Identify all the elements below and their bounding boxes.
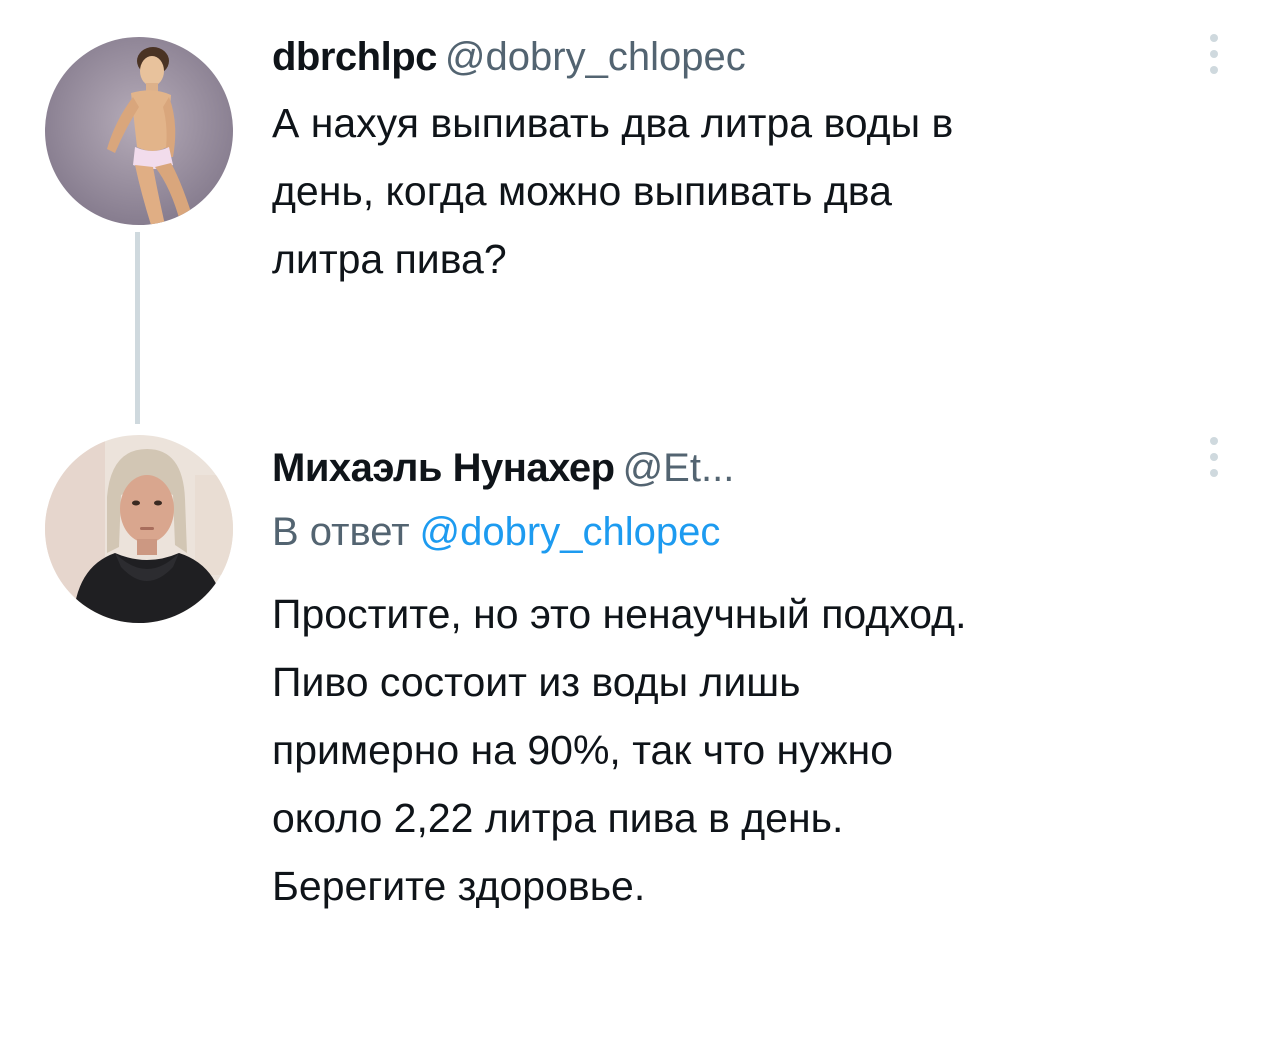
reply-tweet[interactable]: Михаэль Нунахер @Et... В ответ @dobry_chlo… bbox=[0, 420, 1280, 1050]
thread-connector-line bbox=[135, 232, 140, 424]
user-handle[interactable]: @Et... bbox=[623, 446, 735, 490]
replying-to: В ответ @dobry_chlopec bbox=[272, 508, 1200, 556]
tweet-text: Простите, но это ненаучный подход. Пиво … bbox=[272, 591, 967, 909]
tweet-text: А нахуя выпивать два литра воды в день, … bbox=[272, 100, 954, 282]
original-tweet[interactable]: dbrchlpc @dobry_chlopec А нахуя выпивать … bbox=[0, 0, 1280, 424]
more-options-icon[interactable] bbox=[1204, 433, 1224, 483]
reply-prefix: В ответ bbox=[272, 510, 410, 554]
tweet-header: Михаэль Нунахер @Et... bbox=[272, 444, 1200, 492]
avatar-man-photo-icon[interactable] bbox=[45, 435, 233, 623]
display-name[interactable]: dbrchlpc bbox=[272, 35, 437, 79]
avatar-doll-figure-icon[interactable] bbox=[45, 37, 233, 225]
reply-mention-link[interactable]: @dobry_chlopec bbox=[420, 510, 721, 554]
user-handle[interactable]: @dobry_chlopec bbox=[445, 35, 746, 79]
tweet-content: Михаэль Нунахер @Et... В ответ @dobry_chlo… bbox=[272, 444, 1200, 920]
tweet-header: dbrchlpc @dobry_chlopec bbox=[272, 33, 1200, 81]
more-options-icon[interactable] bbox=[1204, 30, 1224, 80]
display-name[interactable]: Михаэль Нунахер bbox=[272, 446, 615, 490]
tweet-content: dbrchlpc @dobry_chlopec А нахуя выпивать … bbox=[272, 33, 1200, 293]
